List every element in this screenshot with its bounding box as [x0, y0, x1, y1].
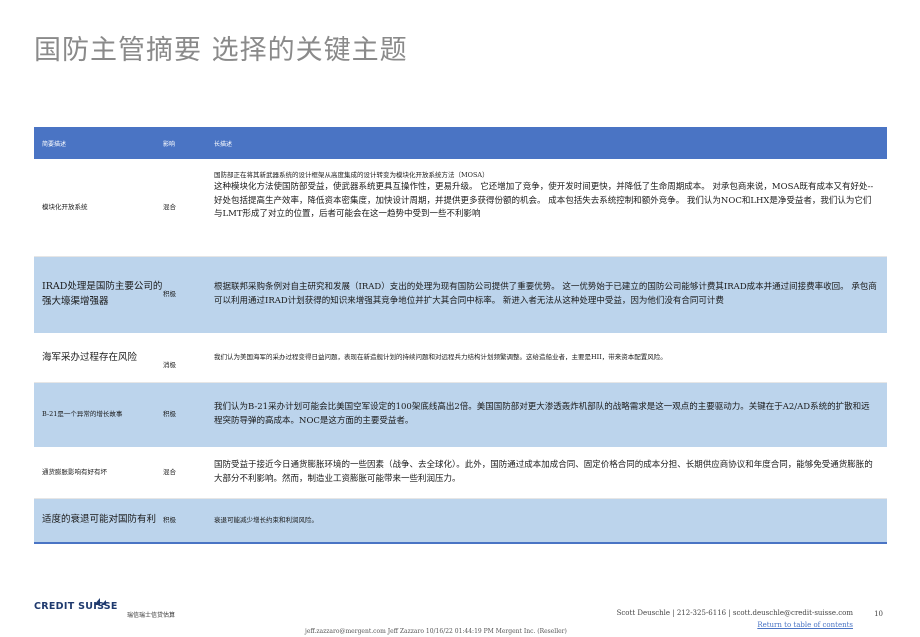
row-impact: 积极 [163, 515, 176, 524]
key-themes-table: 简要描述 影响 长描述 模块化开放系统 混合 国防部正在将其新武器系统的设计框架… [34, 127, 887, 544]
footer-source: 瑞信瑞士信贷估算 [127, 612, 176, 619]
row-description: 这种模块化方法使国防部受益，使武器系统更具互操作性，更易升级。 它还增加了竞争，… [214, 182, 874, 220]
row-impact: 积极 [163, 290, 176, 299]
row-topic: 通货膨胀影响有好有坏 [42, 468, 107, 477]
table-row: IRAD处理是国防主要公司的强大壕渠增强器 积极 根据联邦采购条例对自主研究和发… [34, 257, 887, 334]
row-topic: 适度的衰退可能对国防有利 [42, 514, 157, 526]
table-row: 模块化开放系统 混合 国防部正在将其新武器系统的设计框架从高度集成的设计转变为模… [34, 159, 887, 257]
header-description: 长描述 [214, 140, 233, 148]
return-to-toc-link[interactable]: Return to table of contents [757, 621, 853, 629]
row-description: 衰退可能减少增长约束和利润风险。 [214, 515, 318, 524]
row-topic: IRAD处理是国防主要公司的强大壕渠增强器 [42, 281, 163, 307]
row-topic: 海军采办过程存在风险 [42, 351, 138, 363]
row-description: 我们认为B-21采办计划可能会比美国空军设定的100架底线高出2倍。美国国防部对… [214, 402, 870, 426]
footer-contact: Scott Deuschle | 212-325-6116 | scott.de… [616, 609, 853, 617]
page-number: 10 [874, 610, 883, 618]
row-note: 国防部正在将其新武器系统的设计框架从高度集成的设计转变为模块化开放系统方法（MO… [214, 171, 489, 179]
row-impact: 混合 [163, 468, 176, 477]
row-impact: 积极 [163, 410, 176, 419]
row-topic: 模块化开放系统 [42, 202, 88, 211]
sails-icon [94, 598, 106, 605]
page-title: 国防主管摘要 选择的关键主题 [34, 35, 408, 66]
row-impact: 混合 [163, 202, 176, 211]
header-topic: 简要描述 [42, 140, 67, 148]
table-row: 适度的衰退可能对国防有利 积极 衰退可能减少增长约束和利润风险。 [34, 499, 887, 544]
table-row: 海军采办过程存在风险 消极 我们认为美国海军的采办过程变得日益问题，表现在新造舰… [34, 334, 887, 383]
row-description: 国防受益于接近今日通货膨胀环境的一些因素（战争、去全球化）。此外，国防通过成本加… [214, 460, 873, 484]
row-impact: 消极 [163, 360, 176, 369]
row-topic: B-21是一个异常的增长故事 [42, 410, 123, 419]
watermark: jeff.zazzaro@mergent.com Jeff Zazzaro 10… [305, 628, 567, 635]
table-row: 通货膨胀影响有好有坏 混合 国防受益于接近今日通货膨胀环境的一些因素（战争、去全… [34, 448, 887, 499]
row-description: 我们认为美国海军的采办过程变得日益问题，表现在新造舰计划的持续问题和对远程兵力结… [214, 353, 667, 362]
row-description: 根据联邦采购条例对自主研究和发展（IRAD）支出的处理为现有国防公司提供了重要优… [214, 282, 877, 306]
table-header: 简要描述 影响 长描述 [34, 127, 887, 159]
header-impact: 影响 [163, 140, 176, 148]
table-row: B-21是一个异常的增长故事 积极 我们认为B-21采办计划可能会比美国空军设定… [34, 383, 887, 448]
